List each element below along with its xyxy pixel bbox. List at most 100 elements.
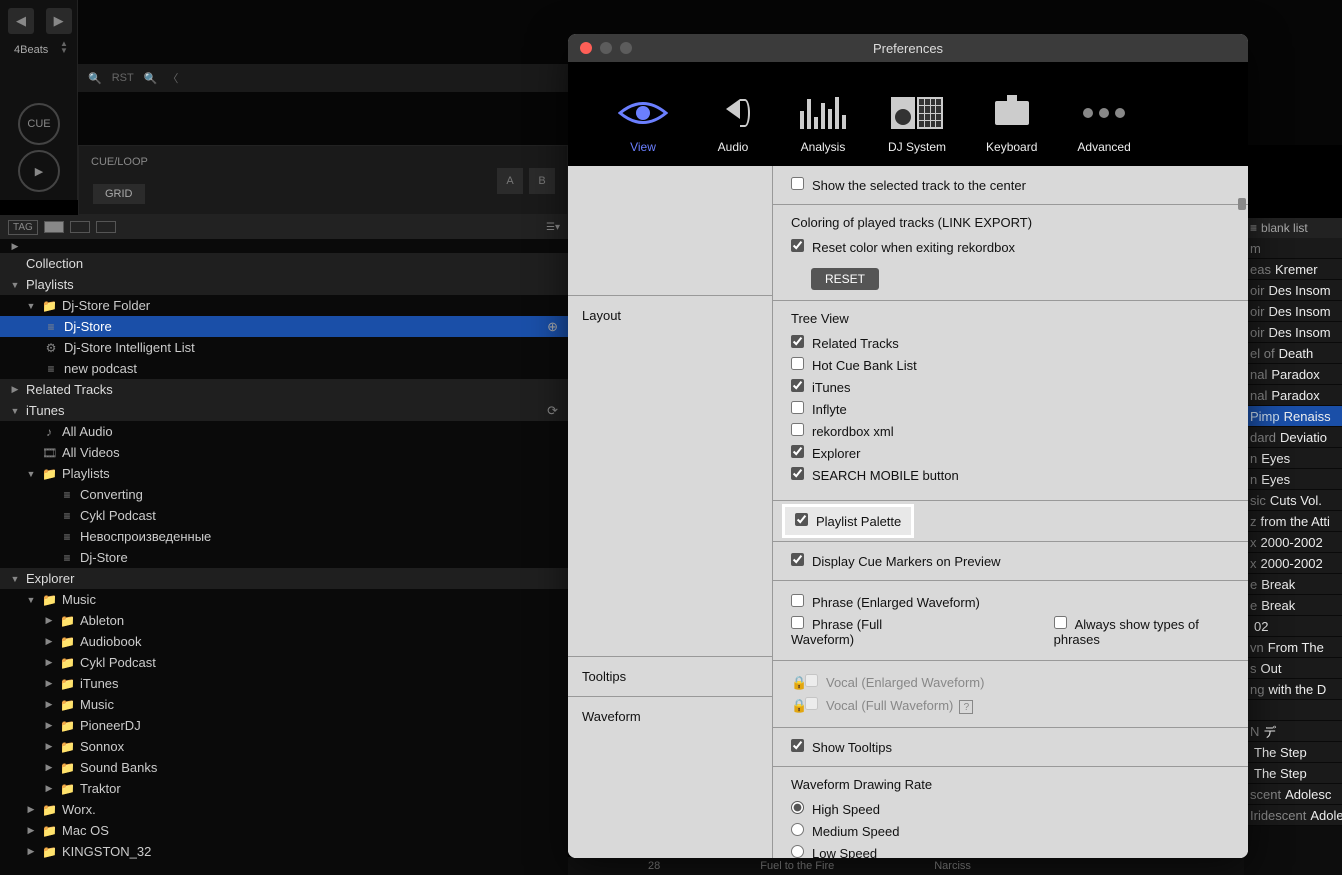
- tab-dj-system[interactable]: DJ System: [888, 94, 946, 154]
- tree-expand-arrow[interactable]: [0, 239, 568, 253]
- tree-playlist[interactable]: ≡Converting: [0, 484, 568, 505]
- tab-analysis[interactable]: Analysis: [798, 94, 848, 154]
- tree-playlist[interactable]: ≡Невоспроизведенные: [0, 526, 568, 547]
- prev-button[interactable]: ◀: [8, 8, 34, 34]
- add-icon[interactable]: ⊕: [547, 319, 558, 335]
- cue-a-button[interactable]: A: [497, 168, 523, 194]
- table-row[interactable]: sOut: [1244, 658, 1342, 679]
- table-row[interactable]: eBreak: [1244, 595, 1342, 616]
- tree-playlist[interactable]: ≡new podcast: [0, 358, 568, 379]
- tracklist-header[interactable]: ≡blank list: [1244, 218, 1342, 238]
- tree-folder[interactable]: 📁Sound Banks: [0, 757, 568, 778]
- sync-icon[interactable]: ⟳: [547, 403, 558, 419]
- table-row[interactable]: x2000-2002: [1244, 532, 1342, 553]
- checkbox-phrase-enlarged[interactable]: Phrase (Enlarged Waveform): [791, 591, 1230, 613]
- tree-folder[interactable]: 📁Sonnox: [0, 736, 568, 757]
- tree-collection[interactable]: Collection: [0, 253, 568, 274]
- tree-folder[interactable]: 📁Dj-Store Folder: [0, 295, 568, 316]
- scrollbar-thumb[interactable]: [1238, 198, 1246, 210]
- tree-playlists[interactable]: Playlists: [0, 274, 568, 295]
- tree-folder[interactable]: 📁Music: [0, 589, 568, 610]
- color-swatch[interactable]: [96, 221, 116, 233]
- table-row[interactable]: zfrom the Atti: [1244, 511, 1342, 532]
- table-row[interactable]: [1244, 700, 1342, 721]
- checkbox-phrase-full[interactable]: Phrase (Full Waveform): [791, 613, 934, 650]
- table-row[interactable]: dardDeviatio: [1244, 427, 1342, 448]
- section-layout[interactable]: Layout: [568, 296, 772, 657]
- search-icon[interactable]: 🔍: [88, 72, 102, 85]
- cue-b-button[interactable]: B: [529, 168, 555, 194]
- help-icon[interactable]: ?: [959, 700, 973, 714]
- search-icon[interactable]: 🔍: [144, 72, 158, 85]
- table-row[interactable]: el ofDeath: [1244, 343, 1342, 364]
- table-row[interactable]: PimpRenaiss: [1244, 406, 1342, 427]
- table-row[interactable]: m: [1244, 238, 1342, 259]
- tree-folder[interactable]: 📁Ableton: [0, 610, 568, 631]
- tree-explorer[interactable]: Explorer: [0, 568, 568, 589]
- tree-intelligent-list[interactable]: ⚙Dj-Store Intelligent List: [0, 337, 568, 358]
- reset-label[interactable]: RST: [112, 72, 134, 84]
- checkbox-search-mobile[interactable]: SEARCH MOBILE button: [791, 464, 1230, 486]
- tree-folder[interactable]: 📁Cykl Podcast: [0, 652, 568, 673]
- table-row[interactable]: easKremer: [1244, 259, 1342, 280]
- checkbox-inflyte[interactable]: Inflyte: [791, 398, 1230, 420]
- table-row[interactable]: scentAdolesc: [1244, 784, 1342, 805]
- tree-playlist[interactable]: ≡Dj-Store: [0, 547, 568, 568]
- tree-folder[interactable]: 📁PioneerDJ: [0, 715, 568, 736]
- tree-folder[interactable]: 📁iTunes: [0, 673, 568, 694]
- list-view-icon[interactable]: ☰▾: [546, 222, 560, 233]
- radio-low-speed[interactable]: Low Speed: [791, 842, 1230, 858]
- checkbox-cue-markers[interactable]: Display Cue Markers on Preview: [791, 550, 1230, 572]
- tree-all-audio[interactable]: ♪All Audio: [0, 421, 568, 442]
- tab-audio[interactable]: Audio: [708, 94, 758, 154]
- tab-keyboard[interactable]: Keyboard: [986, 94, 1037, 154]
- table-row[interactable]: Nデ: [1244, 721, 1342, 742]
- table-row[interactable]: oirDes Insom: [1244, 322, 1342, 343]
- tree-playlist-djstore[interactable]: ≡Dj-Store⊕: [0, 316, 568, 337]
- table-row[interactable]: oirDes Insom: [1244, 301, 1342, 322]
- checkbox-playlist-palette[interactable]: Playlist Palette: [795, 513, 901, 529]
- checkbox-hotcue[interactable]: Hot Cue Bank List: [791, 354, 1230, 376]
- tree-folder[interactable]: 📁Mac OS: [0, 820, 568, 841]
- checkbox-show-center[interactable]: Show the selected track to the center: [791, 174, 1230, 196]
- tree-itunes[interactable]: iTunes⟳: [0, 400, 568, 421]
- table-row[interactable]: nEyes: [1244, 469, 1342, 490]
- tree-related[interactable]: Related Tracks: [0, 379, 568, 400]
- next-button[interactable]: ▶: [46, 8, 72, 34]
- table-row[interactable]: nalParadox: [1244, 364, 1342, 385]
- reset-button[interactable]: RESET: [811, 268, 879, 290]
- tree-playlist[interactable]: ≡Cykl Podcast: [0, 505, 568, 526]
- beats-stepper[interactable]: ▲▼: [60, 40, 68, 54]
- table-row[interactable]: The Step: [1244, 763, 1342, 784]
- checkbox-explorer[interactable]: Explorer: [791, 442, 1230, 464]
- tag-label[interactable]: TAG: [8, 220, 38, 235]
- table-row[interactable]: x2000-2002: [1244, 553, 1342, 574]
- section-waveform[interactable]: Waveform: [568, 697, 772, 858]
- radio-medium-speed[interactable]: Medium Speed: [791, 820, 1230, 842]
- checkbox-show-tooltips[interactable]: Show Tooltips: [791, 736, 1230, 758]
- section-tooltips[interactable]: Tooltips: [568, 657, 772, 697]
- chevron-left-icon[interactable]: 〈: [167, 70, 178, 86]
- checkbox-related[interactable]: Related Tracks: [791, 332, 1230, 354]
- table-row[interactable]: eBreak: [1244, 574, 1342, 595]
- checkbox-itunes[interactable]: iTunes: [791, 376, 1230, 398]
- play-button[interactable]: ▶: [18, 150, 60, 192]
- table-row[interactable]: IridescentAdolesc: [1244, 805, 1342, 826]
- tree-folder[interactable]: 📁Worx.: [0, 799, 568, 820]
- tree-folder[interactable]: 📁KINGSTON_32: [0, 841, 568, 862]
- radio-high-speed[interactable]: High Speed: [791, 798, 1230, 820]
- checkbox-rbxml[interactable]: rekordbox xml: [791, 420, 1230, 442]
- tree-all-videos[interactable]: 🎞All Videos: [0, 442, 568, 463]
- tree-folder[interactable]: 📁Traktor: [0, 778, 568, 799]
- table-row[interactable]: nalParadox: [1244, 385, 1342, 406]
- tree-folder[interactable]: 📁Music: [0, 694, 568, 715]
- tree-folder[interactable]: 📁Audiobook: [0, 631, 568, 652]
- table-row[interactable]: 02: [1244, 616, 1342, 637]
- table-row[interactable]: sicCuts Vol.: [1244, 490, 1342, 511]
- checkbox-always-types[interactable]: Always show types of phrases: [1054, 613, 1230, 650]
- color-swatch[interactable]: [44, 221, 64, 233]
- table-row[interactable]: The Step: [1244, 742, 1342, 763]
- tab-view[interactable]: View: [618, 94, 668, 154]
- table-row[interactable]: ngwith the D: [1244, 679, 1342, 700]
- table-row[interactable]: nEyes: [1244, 448, 1342, 469]
